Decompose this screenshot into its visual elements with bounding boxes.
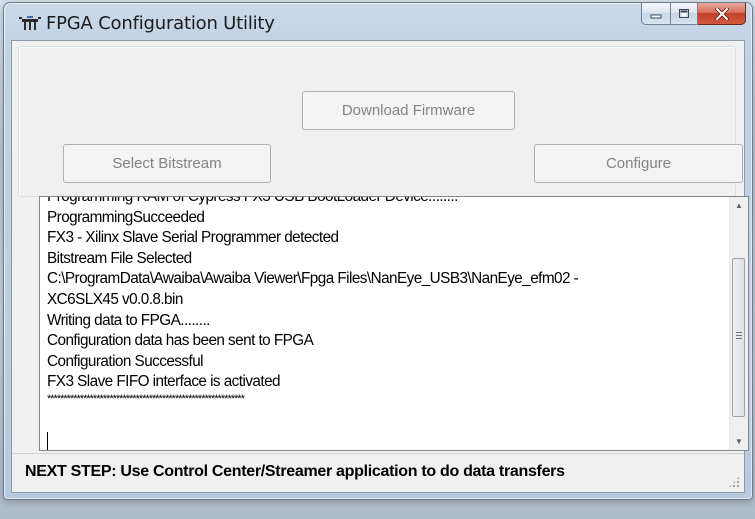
log-line: Configuration data has been sent to FPGA — [47, 332, 314, 350]
minimize-icon — [650, 14, 662, 18]
log-scrollbar[interactable]: ▲ ▼ — [729, 197, 748, 450]
log-line: C:\ProgramData\Awaiba\Awaiba Viewer\Fpga… — [47, 270, 579, 288]
resize-grip-icon[interactable] — [728, 476, 740, 488]
fpga-chip-icon — [19, 16, 41, 30]
grip-icon — [736, 332, 742, 333]
arrow-up-icon: ▲ — [735, 201, 743, 210]
download-firmware-button[interactable]: Download Firmware — [302, 91, 515, 130]
controls-groupbox: Download Firmware Select Bitstream Confi… — [18, 46, 743, 197]
close-icon — [714, 7, 729, 20]
log-lines: Programming RAM of Cypress FX3 USB BootL… — [47, 196, 723, 405]
log-line: Configuration Successful — [47, 352, 204, 370]
client-area: Download Firmware Select Bitstream Confi… — [11, 40, 749, 493]
minimize-button[interactable] — [641, 3, 670, 25]
status-bar: NEXT STEP: Use Control Center/Streamer a… — [12, 453, 744, 492]
maximize-button[interactable] — [670, 3, 698, 25]
log-textarea[interactable]: Programming RAM of Cypress FX3 USB BootL… — [39, 196, 749, 451]
scroll-thumb[interactable] — [732, 258, 745, 417]
caption-buttons — [641, 3, 746, 25]
title-bar[interactable]: FPGA Configuration Utility — [4, 3, 752, 41]
maximize-icon — [679, 9, 689, 18]
status-text: NEXT STEP: Use Control Center/Streamer a… — [25, 463, 565, 480]
configure-button[interactable]: Configure — [534, 144, 743, 183]
log-line: XC6SLX45 v0.0.8.bin — [47, 290, 183, 308]
log-line: Writing data to FPGA........ — [47, 311, 210, 329]
log-line: ProgrammingSucceeded — [47, 208, 205, 226]
log-separator: ****************************************… — [47, 392, 245, 405]
log-line: FX3 Slave FIFO interface is activated — [47, 373, 281, 391]
select-bitstream-button[interactable]: Select Bitstream — [63, 144, 271, 183]
text-caret — [47, 432, 48, 450]
log-line: Bitstream File Selected — [47, 249, 192, 267]
app-window: FPGA Configuration Utility Download Firm… — [3, 2, 753, 500]
close-button[interactable] — [698, 3, 746, 25]
arrow-down-icon: ▼ — [735, 437, 743, 446]
scroll-down-button[interactable]: ▼ — [730, 433, 748, 450]
scroll-up-button[interactable]: ▲ — [730, 197, 748, 214]
window-title: FPGA Configuration Utility — [46, 13, 275, 34]
log-line: Programming RAM of Cypress FX3 USB BootL… — [47, 196, 458, 205]
log-line: FX3 - Xilinx Slave Serial Programmer det… — [47, 229, 339, 247]
